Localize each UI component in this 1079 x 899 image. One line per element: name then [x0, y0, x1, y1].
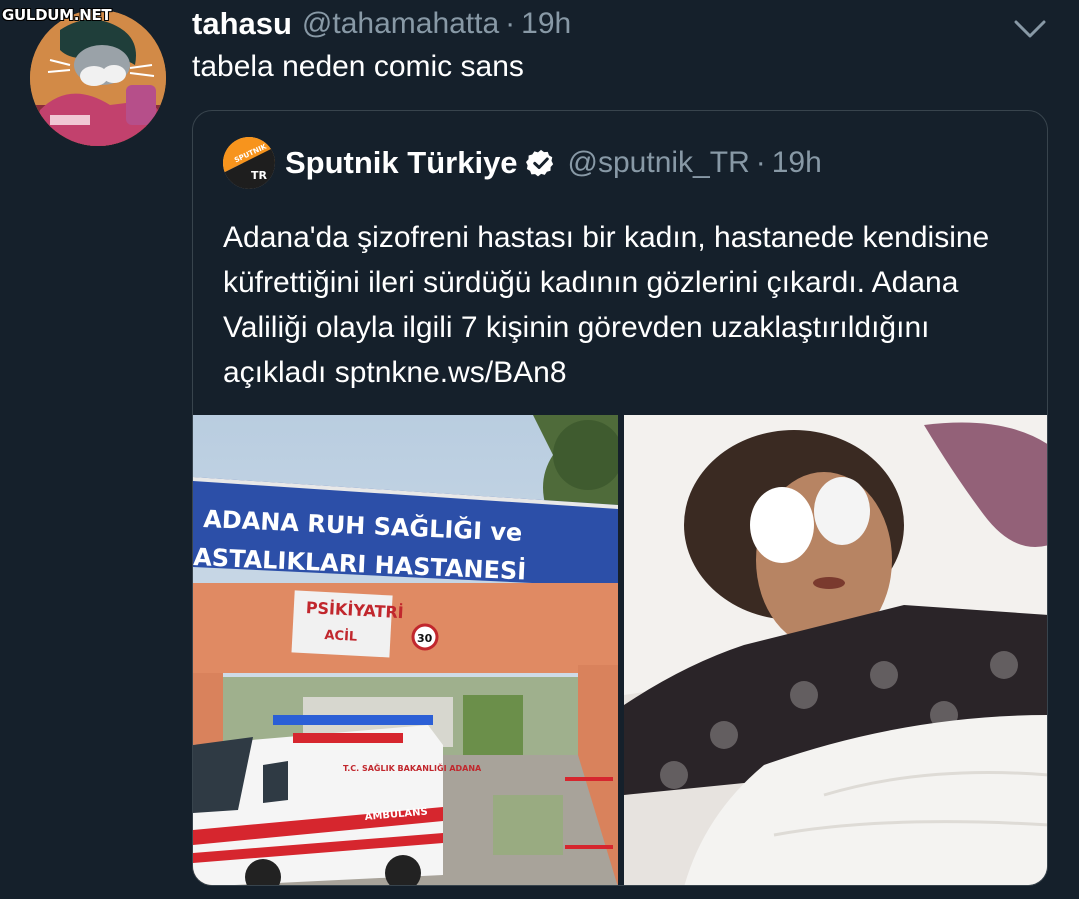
- user-handle[interactable]: @tahamahatta: [302, 7, 499, 41]
- acil-sign: ACİL: [324, 627, 358, 645]
- display-name[interactable]: tahasu: [192, 6, 292, 42]
- photo-patient[interactable]: [624, 415, 1047, 885]
- sputnik-logo-avatar[interactable]: SPUTNIK TR: [223, 137, 275, 189]
- more-options-chevron-down-icon[interactable]: [1010, 14, 1050, 44]
- quoted-user-handle[interactable]: @sputnik_TR: [568, 146, 750, 180]
- tweet-screen: GULDUM.NET tahasu @tahamahatta · 19h tab…: [0, 0, 1079, 899]
- speed-limit-sign: 30: [417, 632, 433, 645]
- tweet-header: tahasu @tahamahatta · 19h: [192, 4, 571, 44]
- tweet-time[interactable]: 19h: [521, 7, 571, 41]
- ambulance-side-text: T.C. SAĞLIK BAKANLIĞI ADANA: [343, 762, 482, 773]
- logo-text-bottom: TR: [251, 169, 268, 182]
- verified-badge-icon: [525, 149, 553, 177]
- media-grid: ADANA RUH SAĞLIĞI ve ASTALIKLARI HASTANE…: [193, 415, 1047, 885]
- quoted-display-name[interactable]: Sputnik Türkiye: [285, 145, 518, 181]
- quoted-separator-dot: ·: [755, 146, 766, 179]
- watermark: GULDUM.NET: [2, 6, 112, 24]
- patient-photo-icon: [624, 415, 1047, 885]
- bugs-bunny-avatar-icon: [30, 10, 166, 146]
- quoted-tweet-header: Sputnik Türkiye @sputnik_TR · 19h: [285, 143, 822, 183]
- user-avatar[interactable]: [30, 10, 166, 146]
- tweet-text: tabela neden comic sans: [192, 50, 524, 83]
- quoted-tweet-time[interactable]: 19h: [772, 146, 822, 180]
- separator-dot: ·: [505, 7, 516, 40]
- quoted-tweet[interactable]: SPUTNIK TR Sputnik Türkiye @sputnik_TR ·…: [192, 110, 1048, 886]
- quoted-tweet-text: Adana'da şizofreni hastası bir kadın, ha…: [223, 221, 990, 389]
- photo-hospital-entrance[interactable]: ADANA RUH SAĞLIĞI ve ASTALIKLARI HASTANE…: [193, 415, 618, 885]
